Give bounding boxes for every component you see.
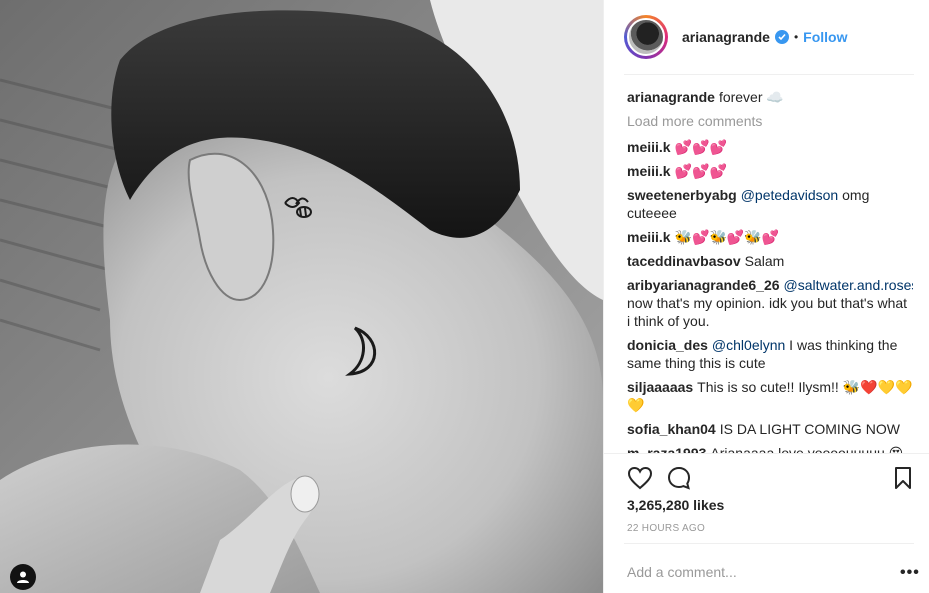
post-timestamp[interactable]: 22 HOURS AGO	[627, 523, 705, 534]
post-header: arianagrande • Follow	[604, 0, 929, 74]
comment-text: 💕💕💕	[674, 163, 727, 179]
add-comment-input[interactable]	[627, 562, 867, 582]
comment-text: IS DA LIGHT COMING NOW	[719, 421, 900, 437]
comment-mention-link[interactable]: @petedavidson	[741, 187, 839, 203]
comment-username[interactable]: donicia_des	[627, 337, 708, 353]
comment-username[interactable]: taceddinavbasov	[627, 253, 741, 269]
more-options-button[interactable]: •••	[900, 564, 920, 582]
comment-item: sofia_khan04 IS DA LIGHT COMING NOW	[627, 420, 913, 438]
comment-text: 💕💕💕	[674, 139, 727, 155]
comment-username[interactable]: sofia_khan04	[627, 421, 716, 437]
comment-item: meiii.k 💕💕💕	[627, 138, 913, 156]
post-side-panel: arianagrande • Follow arianagrande foreve…	[603, 0, 929, 593]
comment-item: meiii.k 🐝💕🐝💕🐝💕	[627, 228, 913, 246]
avatar-image	[627, 18, 665, 56]
likes-count[interactable]: 3,265,280 likes	[627, 497, 724, 513]
comments-list[interactable]: arianagrande forever ☁️ Load more comment…	[627, 88, 913, 454]
comment-items: meiii.k 💕💕💕 meiii.k 💕💕💕 sweetenerbyabg @peted…	[627, 138, 913, 454]
comment-username[interactable]: sweetenerbyabg	[627, 187, 737, 203]
comment-username[interactable]: meiii.k	[627, 229, 671, 245]
user-tags-button[interactable]	[10, 564, 36, 590]
comment-item: donicia_des @chl0elynn I was thinking the…	[627, 336, 913, 372]
comment-username[interactable]: siljaaaaas	[627, 379, 693, 395]
comment-item: aribyarianagrande6_26 @saltwater.and.rose…	[627, 276, 913, 330]
verified-badge-icon	[774, 30, 789, 44]
caption-username[interactable]: arianagrande	[627, 89, 715, 105]
caption-text: forever ☁️	[718, 89, 784, 105]
save-button[interactable]	[894, 466, 912, 495]
action-bar	[604, 453, 929, 499]
comment-item: meiii.k 💕💕💕	[627, 162, 913, 180]
follow-button[interactable]: Follow	[803, 29, 847, 45]
comment-divider	[624, 543, 914, 544]
comment-mention-link[interactable]: @chl0elynn	[712, 337, 785, 353]
comment-username[interactable]: meiii.k	[627, 139, 671, 155]
header-divider	[624, 74, 914, 75]
comment-item: siljaaaaas This is so cute!! Ilysm!! 🐝❤️💛…	[627, 378, 913, 414]
user-tag-icon	[17, 571, 29, 583]
comment-item: sweetenerbyabg @petedavidson omg cuteeee	[627, 186, 913, 222]
comment-button[interactable]	[667, 466, 691, 495]
caption: arianagrande forever ☁️	[627, 88, 913, 106]
post-photo[interactable]	[0, 0, 603, 593]
comment-text: 🐝💕🐝💕🐝💕	[674, 229, 780, 245]
like-button[interactable]	[627, 466, 653, 495]
header-username[interactable]: arianagrande	[682, 29, 770, 45]
load-more-comments-button[interactable]: Load more comments	[627, 112, 913, 130]
comment-icon	[667, 466, 691, 490]
comment-username[interactable]: aribyarianagrande6_26	[627, 277, 780, 293]
photo-image	[0, 0, 603, 593]
header-separator: •	[793, 30, 799, 44]
comment-text: Salam	[744, 253, 785, 269]
avatar[interactable]	[624, 15, 668, 59]
comment-text: now that's my opinion. idk you but that'…	[627, 295, 908, 329]
comment-username[interactable]: meiii.k	[627, 163, 671, 179]
comment-mention-link[interactable]: @saltwater.and.roses	[784, 277, 913, 293]
bookmark-icon	[895, 467, 911, 489]
comment-item: taceddinavbasov Salam	[627, 252, 913, 270]
heart-icon	[627, 466, 653, 490]
